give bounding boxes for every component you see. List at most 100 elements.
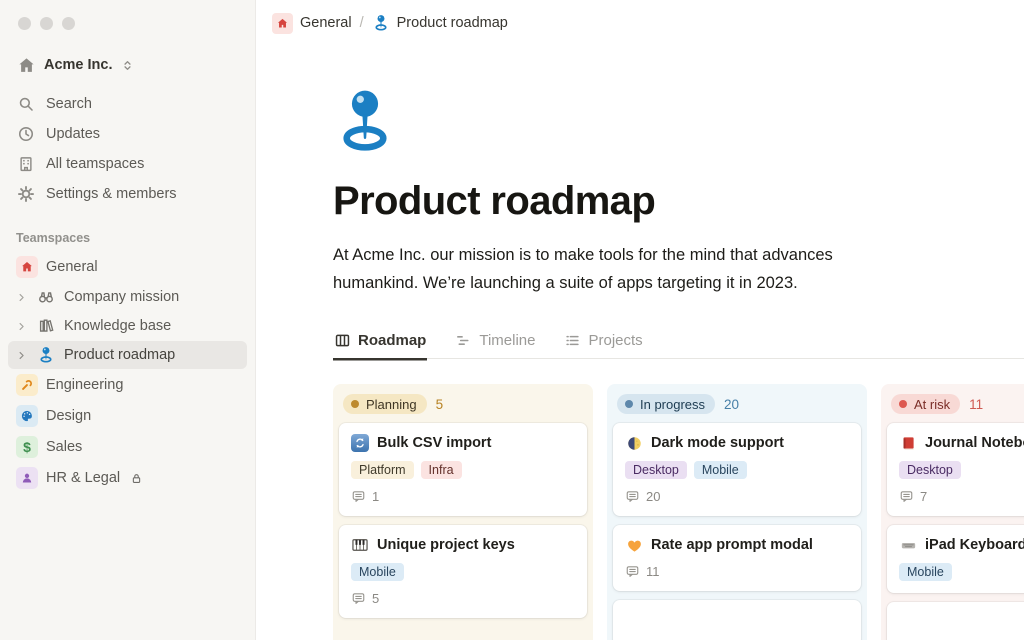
timeline-icon xyxy=(455,332,472,349)
page-content: Product roadmap At Acme Inc. our mission… xyxy=(333,87,1024,640)
board-column-planning: Planning 5 Bulk CSV import Platform Infr… xyxy=(333,384,593,640)
chevron-right-icon[interactable] xyxy=(16,321,28,332)
card-tags: Mobile xyxy=(351,563,575,581)
chevron-right-icon[interactable] xyxy=(16,350,28,361)
piano-icon xyxy=(351,536,369,554)
card-title: Rate app prompt modal xyxy=(651,537,813,553)
card-dark-mode-support[interactable]: Dark mode support Desktop Mobile 20 xyxy=(613,423,861,516)
card-title: Bulk CSV import xyxy=(377,435,492,451)
sidebar-item-engineering[interactable]: Engineering xyxy=(8,370,247,400)
main-area: General / Product roadmap Product roadma… xyxy=(256,0,1024,640)
window-minimize-button[interactable] xyxy=(40,17,53,30)
pin-icon xyxy=(372,14,390,32)
card-journal-notebook[interactable]: Journal Notebook Desktop 7 xyxy=(887,423,1024,516)
sidebar-item-search[interactable]: Search xyxy=(8,89,247,119)
window-close-button[interactable] xyxy=(18,17,31,30)
tab-timeline[interactable]: Timeline xyxy=(454,332,536,358)
comment-icon xyxy=(625,564,640,579)
status-dot-icon xyxy=(625,400,633,408)
card-ipad-keyboard[interactable]: iPad Keyboard Mobile xyxy=(887,525,1024,593)
breadcrumb-item-product-roadmap[interactable]: Product roadmap xyxy=(372,14,508,32)
tag[interactable]: Mobile xyxy=(899,563,952,581)
tag[interactable]: Infra xyxy=(420,461,462,479)
window-zoom-button[interactable] xyxy=(62,17,75,30)
half-moon-icon xyxy=(625,434,643,452)
status-label: In progress xyxy=(640,396,706,412)
comment-count: 7 xyxy=(920,489,928,504)
page-title: Product roadmap xyxy=(333,179,656,223)
tag[interactable]: Mobile xyxy=(351,563,404,581)
sidebar-item-label: All teamspaces xyxy=(46,156,145,172)
list-icon xyxy=(564,332,581,349)
status-badge[interactable]: In progress xyxy=(617,394,716,414)
status-badge[interactable]: Planning xyxy=(343,394,427,414)
board-column-at-risk: At risk 11 Journal Notebook Desktop xyxy=(881,384,1024,640)
card-partial[interactable] xyxy=(887,602,1024,640)
tab-roadmap[interactable]: Roadmap xyxy=(333,332,427,358)
sidebar-item-label: Knowledge base xyxy=(64,318,172,334)
lock-icon xyxy=(130,472,143,485)
card-title: Dark mode support xyxy=(651,435,784,451)
card-title: Unique project keys xyxy=(377,537,515,553)
home-icon xyxy=(16,256,38,278)
tab-label: Projects xyxy=(588,332,643,349)
dollar-icon: $ xyxy=(16,436,38,458)
card-partial[interactable] xyxy=(613,600,861,640)
tag[interactable]: Mobile xyxy=(693,461,747,479)
card-comments: 7 xyxy=(899,489,1024,504)
breadcrumb-item-general[interactable]: General xyxy=(272,12,352,34)
chevron-right-icon[interactable] xyxy=(16,292,28,303)
view-tabs: Roadmap Timeline Projects xyxy=(333,332,1024,359)
sidebar-item-hr-legal[interactable]: HR & Legal xyxy=(8,463,247,493)
search-icon xyxy=(16,94,36,114)
card-unique-project-keys[interactable]: Unique project keys Mobile 5 xyxy=(339,525,587,618)
tab-projects[interactable]: Projects xyxy=(563,332,643,358)
card-comments: 20 xyxy=(625,489,849,504)
sync-icon xyxy=(351,434,369,452)
pin-icon[interactable] xyxy=(333,87,397,155)
card-comments: 11 xyxy=(625,564,849,579)
tag[interactable]: Platform xyxy=(351,461,414,479)
workspace-name: Acme Inc. xyxy=(44,57,113,73)
card-title-row: Bulk CSV import xyxy=(351,434,575,452)
card-title-row: Journal Notebook xyxy=(899,434,1024,452)
window-controls[interactable] xyxy=(0,17,255,51)
sidebar-item-label: General xyxy=(46,259,98,275)
tag[interactable]: Desktop xyxy=(899,461,961,479)
sidebar-item-all-teamspaces[interactable]: All teamspaces xyxy=(8,149,247,179)
card-rate-app-prompt-modal[interactable]: Rate app prompt modal 11 xyxy=(613,525,861,591)
sidebar-item-product-roadmap[interactable]: Product roadmap xyxy=(8,341,247,369)
status-badge[interactable]: At risk xyxy=(891,394,961,414)
page-description: At Acme Inc. our mission is to make tool… xyxy=(333,246,833,292)
sidebar-item-design[interactable]: Design xyxy=(8,401,247,431)
card-tags: Mobile xyxy=(899,563,1024,581)
card-bulk-csv-import[interactable]: Bulk CSV import Platform Infra 1 xyxy=(339,423,587,516)
sidebar-item-company-mission[interactable]: Company mission xyxy=(8,283,247,311)
sidebar-item-knowledge-base[interactable]: Knowledge base xyxy=(8,312,247,340)
column-header: At risk 11 xyxy=(887,390,1024,423)
red-book-icon xyxy=(899,434,917,452)
card-title-row: Unique project keys xyxy=(351,536,575,554)
gear-icon xyxy=(16,184,36,204)
card-tags: Desktop xyxy=(899,461,1024,479)
orange-heart-icon xyxy=(625,536,643,554)
card-title-row: Rate app prompt modal xyxy=(625,536,849,554)
status-label: At risk xyxy=(914,396,951,412)
sidebar-item-label: HR & Legal xyxy=(46,470,121,486)
binoculars-icon xyxy=(36,287,56,307)
workspace-switcher[interactable]: Acme Inc. xyxy=(8,51,247,79)
keyboard-icon xyxy=(899,536,917,554)
sidebar-item-settings-members[interactable]: Settings & members xyxy=(8,179,247,209)
palette-icon xyxy=(16,405,38,427)
sidebar-item-general[interactable]: General xyxy=(8,252,247,282)
card-comments: 1 xyxy=(351,489,575,504)
card-tags: Platform Infra xyxy=(351,461,575,479)
sidebar-item-updates[interactable]: Updates xyxy=(8,119,247,149)
sidebar-item-sales[interactable]: $ Sales xyxy=(8,432,247,462)
tag[interactable]: Desktop xyxy=(625,461,687,479)
breadcrumb-label: Product roadmap xyxy=(396,15,508,31)
card-comments: 5 xyxy=(351,591,575,606)
comment-count: 1 xyxy=(372,489,380,504)
status-dot-icon xyxy=(351,400,359,408)
column-header: In progress 20 xyxy=(613,390,861,423)
